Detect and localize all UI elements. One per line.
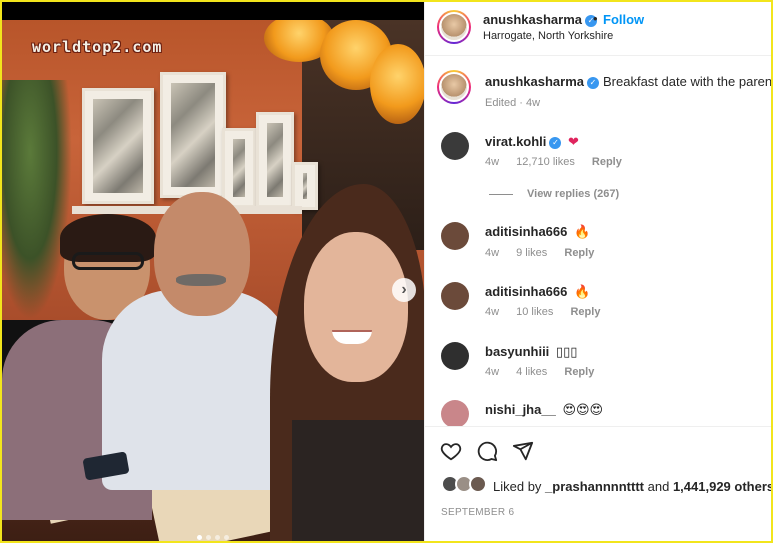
carousel-next-button[interactable]: › <box>392 278 416 302</box>
carousel-dot[interactable] <box>224 535 229 540</box>
follow-button[interactable]: Follow <box>603 12 644 27</box>
comment-text: 🔥 <box>574 284 591 299</box>
heart-outline-icon[interactable] <box>439 439 463 463</box>
post-photo[interactable]: worldtop2.com › <box>2 2 424 541</box>
liked-by-summary: Liked by _prashannnntttt and 1,441,929 o… <box>493 479 771 494</box>
commenter-avatar[interactable] <box>441 282 469 310</box>
post-details-panel: anushkasharma ✓ • Follow Harrogate, North… <box>424 2 771 541</box>
author-username[interactable]: anushkasharma <box>483 12 582 27</box>
reply-button[interactable]: Reply <box>564 366 594 378</box>
likes-count[interactable]: 1,441,929 others <box>673 479 771 494</box>
comment-username[interactable]: virat.kohli <box>485 134 546 149</box>
comment: basyunhiii ▯▯▯ <box>485 344 577 360</box>
comment-time[interactable]: 4w <box>485 366 499 378</box>
separator-dot: • <box>593 11 598 26</box>
commenter-avatar[interactable] <box>441 342 469 370</box>
lamp <box>370 44 424 124</box>
caption: anushkasharma ✓ Breakfast date with the pa… <box>485 74 771 90</box>
verified-icon: ✓ <box>549 136 562 149</box>
wall-art <box>256 112 294 208</box>
post-location[interactable]: Harrogate, North Yorkshire <box>483 30 613 42</box>
carousel-dot[interactable] <box>215 535 220 540</box>
person <box>102 290 292 490</box>
photo-scene <box>2 20 424 541</box>
commenter-avatar[interactable] <box>441 222 469 250</box>
comment-meta: 4w 10 likes Reply <box>485 306 614 318</box>
comment: aditisinha666 🔥 <box>485 224 590 240</box>
comment: virat.kohli ✓ ❤ <box>485 134 579 150</box>
comment-meta: 4w 9 likes Reply <box>485 247 608 259</box>
comment-time[interactable]: 4w <box>485 306 499 318</box>
plant <box>2 80 72 320</box>
comment-likes[interactable]: 9 likes <box>516 247 547 259</box>
post-actions: Liked by _prashannnntttt and 1,441,929 o… <box>425 426 771 541</box>
carousel-dots <box>197 535 229 540</box>
view-replies-label: View replies (267) <box>527 188 620 200</box>
comment-likes[interactable]: 12,710 likes <box>516 156 575 168</box>
carousel-dot[interactable] <box>197 535 202 540</box>
verified-icon: ✓ <box>587 76 599 89</box>
view-replies-button[interactable]: View replies (267) <box>489 188 619 200</box>
comment-username[interactable]: nishi_jha__ <box>485 402 556 417</box>
caption-username[interactable]: anushkasharma <box>485 74 584 89</box>
reply-button[interactable]: Reply <box>592 156 622 168</box>
comment-meta: 4w 4 likes Reply <box>485 366 608 378</box>
caption-meta: Edited · 4w <box>485 97 541 109</box>
glasses <box>72 252 144 270</box>
comment-time[interactable]: 4w <box>485 247 499 259</box>
reply-button[interactable]: Reply <box>564 247 594 259</box>
caption-time[interactable]: 4w <box>526 97 540 109</box>
comment-likes[interactable]: 4 likes <box>516 366 547 378</box>
liked-by-prefix: Liked by <box>493 479 542 494</box>
comment-username[interactable]: aditisinha666 <box>485 224 567 239</box>
comment-text: 😍😍😍 <box>562 402 604 417</box>
post-header: anushkasharma ✓ • Follow Harrogate, North… <box>425 2 771 56</box>
replies-line <box>489 193 513 195</box>
reply-button[interactable]: Reply <box>570 306 600 318</box>
watermark: worldtop2.com <box>32 38 163 56</box>
comment: nishi_jha__ 😍😍😍 <box>485 402 603 418</box>
person <box>292 420 424 541</box>
author-name-row: anushkasharma ✓ <box>483 12 597 27</box>
comment-text: ▯▯▯ <box>555 344 578 359</box>
liker-avatar[interactable] <box>469 475 487 493</box>
author-avatar[interactable] <box>437 10 471 44</box>
carousel-dot[interactable] <box>206 535 211 540</box>
comment: aditisinha666 🔥 <box>485 284 590 300</box>
comment-text: ❤ <box>568 134 579 149</box>
comment-icon[interactable] <box>475 439 499 463</box>
comment-time[interactable]: 4w <box>485 156 499 168</box>
photo-top-bar <box>2 2 424 20</box>
caption-author-avatar[interactable] <box>437 70 471 104</box>
person <box>304 232 408 382</box>
edited-label: Edited <box>485 97 517 109</box>
comment-text: 🔥 <box>574 224 591 239</box>
post-date[interactable]: SEPTEMBER 6 <box>441 507 514 518</box>
liked-by-user[interactable]: _prashannnntttt <box>545 479 644 494</box>
comment-username[interactable]: aditisinha666 <box>485 284 567 299</box>
comment-likes[interactable]: 10 likes <box>516 306 553 318</box>
comment-meta: 4w 12,710 likes Reply <box>485 156 636 168</box>
wall-art <box>82 88 154 204</box>
wall-art <box>222 128 256 208</box>
person <box>154 192 250 316</box>
caption-text: Breakfast date with the parents ❤ <box>603 74 771 89</box>
wall-art <box>160 72 226 198</box>
commenter-avatar[interactable] <box>441 132 469 160</box>
comment-username[interactable]: basyunhiii <box>485 344 549 359</box>
send-icon[interactable] <box>511 439 535 463</box>
wall-art <box>292 162 318 210</box>
commenter-avatar[interactable] <box>441 400 469 428</box>
liked-by-middle: and <box>647 479 670 494</box>
person <box>176 274 226 286</box>
